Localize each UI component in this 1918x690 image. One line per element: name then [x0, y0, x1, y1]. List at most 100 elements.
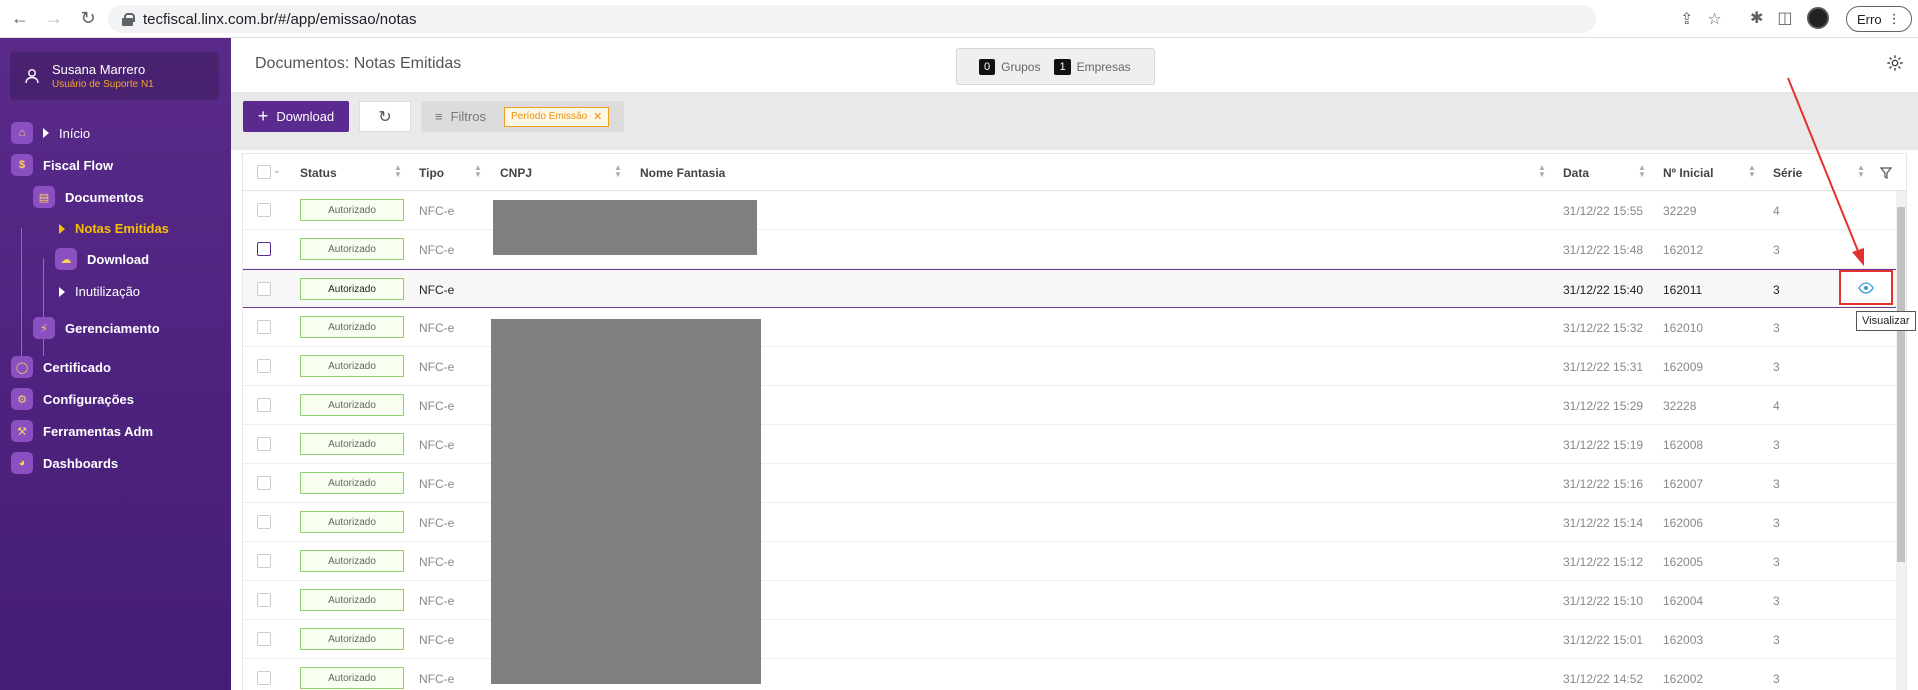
cell-data: 31/12/22 15:48	[1563, 243, 1644, 257]
settings-gear-icon[interactable]	[1886, 54, 1904, 72]
row-checkbox[interactable]	[257, 398, 271, 412]
cell-serie: 3	[1773, 555, 1780, 569]
filters-label: Filtros	[450, 109, 486, 124]
scrollbar-thumb[interactable]	[1897, 207, 1905, 562]
close-icon[interactable]: ✕	[593, 110, 602, 123]
row-checkbox[interactable]	[257, 359, 271, 373]
row-checkbox[interactable]	[257, 476, 271, 490]
home-icon: ⌂	[11, 122, 33, 144]
sidebar-item-documentos[interactable]: ▤ Documentos	[33, 186, 144, 208]
cell-numero: 162009	[1663, 360, 1704, 374]
cell-serie: 3	[1773, 672, 1780, 686]
sidebar-item-configuracoes[interactable]: ⚙ Configurações	[11, 388, 134, 410]
chevron-down-icon[interactable]: ⌄	[273, 165, 281, 176]
column-data[interactable]: Data	[1563, 166, 1589, 180]
row-checkbox[interactable]	[257, 671, 271, 685]
user-card[interactable]: Susana Marrero Usuário de Suporte N1	[10, 52, 219, 100]
cell-numero: 162010	[1663, 321, 1704, 335]
group-company-selector[interactable]: 0 Grupos 1 Empresas	[956, 48, 1155, 85]
cell-tipo: NFC-e	[419, 204, 455, 218]
cell-data: 31/12/22 15:19	[1563, 438, 1644, 452]
row-checkbox[interactable]	[257, 632, 271, 646]
status-badge: Autorizado	[300, 278, 404, 300]
column-numero-inicial[interactable]: Nº Inicial	[1663, 166, 1713, 180]
column-tipo[interactable]: Tipo	[419, 166, 444, 180]
cell-tipo: NFC-e	[419, 283, 455, 297]
view-button[interactable]	[1839, 270, 1893, 305]
cell-data: 31/12/22 14:52	[1563, 672, 1644, 686]
row-checkbox[interactable]	[257, 437, 271, 451]
cell-tipo: NFC-e	[419, 360, 455, 374]
cell-tipo: NFC-e	[419, 594, 455, 608]
more-vertical-icon: ⋮	[1887, 11, 1901, 26]
sort-icon[interactable]: ▲ ▼	[1638, 164, 1646, 179]
filters-bar[interactable]: ≡ Filtros Período Emissão ✕	[421, 101, 624, 132]
row-checkbox[interactable]	[257, 320, 271, 334]
row-checkbox[interactable]	[257, 515, 271, 529]
cell-numero: 162007	[1663, 477, 1704, 491]
row-checkbox[interactable]	[257, 282, 271, 296]
sidebar-item-notas-emitidas[interactable]: Notas Emitidas	[59, 221, 169, 236]
groups-label: Grupos	[1001, 59, 1041, 74]
reload-icon[interactable]: ↻	[74, 5, 102, 33]
sidebar-item-inutilizacao[interactable]: Inutilização	[59, 284, 140, 299]
caret-right-icon	[59, 286, 65, 297]
row-checkbox[interactable]	[257, 203, 271, 217]
sidebar-item-download[interactable]: ☁ Download	[55, 248, 149, 270]
cell-tipo: NFC-e	[419, 555, 455, 569]
sort-icon[interactable]: ▲ ▼	[614, 164, 622, 179]
row-checkbox[interactable]	[257, 593, 271, 607]
sidebar-item-label: Gerenciamento	[65, 320, 160, 336]
sort-icon[interactable]: ▲ ▼	[394, 164, 402, 179]
address-bar[interactable]: tecfiscal.linx.com.br/#/app/emissao/nota…	[108, 5, 1596, 33]
bookmark-star-icon[interactable]: ☆	[1707, 9, 1721, 29]
side-panel-icon[interactable]: ◫	[1777, 8, 1792, 28]
cell-serie: 3	[1773, 477, 1780, 491]
gear-icon: ⚙	[11, 388, 33, 410]
table-row[interactable]: Autorizado NFC-e 31/12/22 15:40 162011 3	[243, 269, 1906, 308]
cell-numero: 162002	[1663, 672, 1704, 686]
sidebar-item-gerenciamento[interactable]: ⚡ Gerenciamento	[33, 317, 160, 339]
cell-data: 31/12/22 15:55	[1563, 204, 1644, 218]
sidebar-item-inicio[interactable]: ⌂ Início	[11, 122, 90, 144]
column-status[interactable]: Status	[300, 166, 337, 180]
sidebar-item-ferramentas[interactable]: ⚒ Ferramentas Adm	[11, 420, 153, 442]
sidebar-item-label: Inutilização	[75, 284, 141, 299]
profile-avatar[interactable]	[1806, 7, 1829, 29]
status-badge: Autorizado	[300, 355, 404, 377]
sidebar-item-label: Ferramentas Adm	[43, 423, 154, 439]
sidebar-item-fiscal-flow[interactable]: $ Fiscal Flow	[11, 154, 113, 176]
cell-tipo: NFC-e	[419, 243, 455, 257]
row-checkbox[interactable]	[257, 554, 271, 568]
refresh-button[interactable]: ↻	[359, 101, 411, 132]
sort-icon[interactable]: ▲ ▼	[474, 164, 482, 179]
column-nome-fantasia[interactable]: Nome Fantasia	[640, 166, 725, 180]
cell-numero: 162008	[1663, 438, 1704, 452]
table-header: ⌄ Status ▲ ▼ Tipo ▲ ▼ CNPJ ▲ ▼ Nome Fantasi…	[243, 154, 1906, 191]
sidebar-item-certificado[interactable]: ◯ Certificado	[11, 356, 111, 378]
redacted-region	[493, 200, 757, 255]
status-badge: Autorizado	[300, 433, 404, 455]
select-all-checkbox[interactable]	[257, 165, 271, 179]
sort-icon[interactable]: ▲ ▼	[1748, 164, 1756, 179]
cell-serie: 3	[1773, 321, 1780, 335]
caret-right-icon	[43, 128, 49, 138]
back-arrow-icon[interactable]: ←	[6, 5, 34, 33]
page-title: Documentos: Notas Emitidas	[255, 55, 462, 72]
sidebar-item-label: Documentos	[65, 189, 144, 205]
error-button[interactable]: Erro ⋮	[1846, 6, 1912, 32]
download-button[interactable]: + Download	[243, 101, 349, 132]
sort-icon[interactable]: ▲ ▼	[1538, 164, 1546, 179]
forward-arrow-icon[interactable]: →	[40, 5, 68, 33]
vertical-scrollbar[interactable]	[1896, 191, 1906, 690]
cell-serie: 4	[1773, 399, 1780, 413]
extensions-icon[interactable]: ✱	[1750, 8, 1763, 28]
status-badge: Autorizado	[300, 316, 404, 338]
share-icon[interactable]: ⇪	[1680, 9, 1693, 29]
shield-icon: ◯	[11, 356, 33, 378]
sidebar-item-dashboards[interactable]: ◕ Dashboards	[11, 452, 118, 474]
column-cnpj[interactable]: CNPJ	[500, 166, 532, 180]
row-checkbox[interactable]	[257, 242, 271, 256]
filter-tag-periodo[interactable]: Período Emissão ✕	[503, 106, 610, 127]
filter-funnel-icon[interactable]	[1880, 167, 1892, 179]
